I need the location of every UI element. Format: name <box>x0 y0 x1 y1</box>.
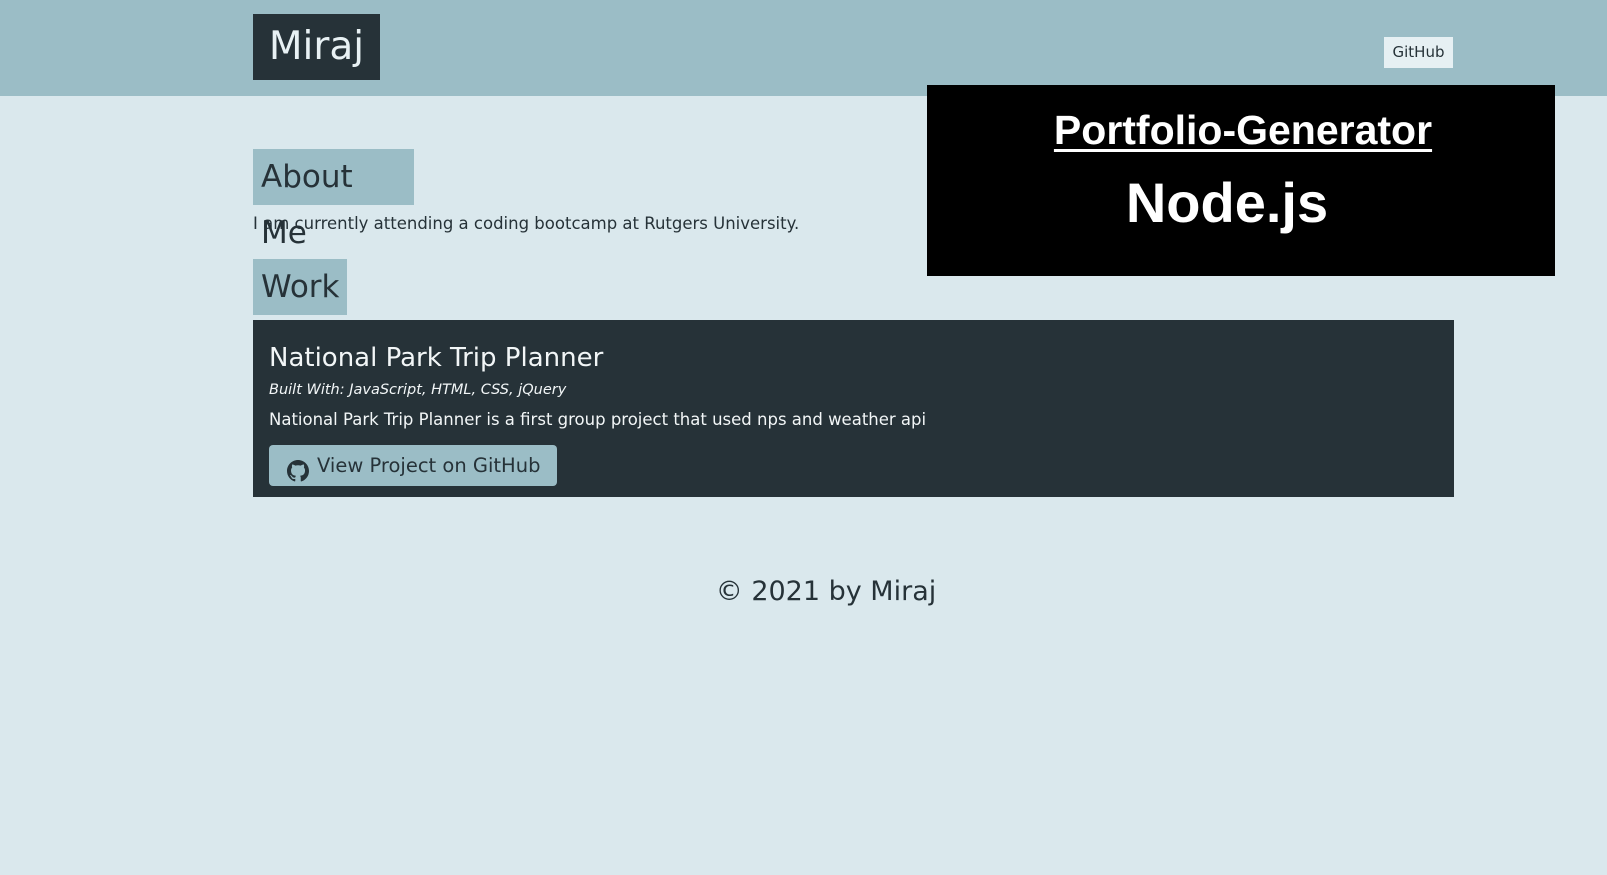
github-nav-link[interactable]: GitHub <box>1384 37 1453 68</box>
project-description: National Park Trip Planner is a first gr… <box>269 410 927 429</box>
project-built-with: Built With: JavaScript, HTML, CSS, jQuer… <box>269 382 567 398</box>
portfolio-generator-banner: Portfolio-Generator Node.js <box>927 85 1555 276</box>
project-card: National Park Trip Planner Built With: J… <box>253 320 1454 497</box>
github-icon <box>287 455 309 481</box>
about-text: I am currently attending a coding bootca… <box>253 214 800 233</box>
work-heading: Work <box>253 259 347 315</box>
banner-subtitle: Node.js <box>1125 171 1329 234</box>
view-project-button[interactable]: View Project on GitHub <box>269 445 557 486</box>
view-project-label: View Project on GitHub <box>317 454 541 477</box>
project-title: National Park Trip Planner <box>269 343 604 373</box>
about-heading: About Me <box>253 149 414 251</box>
page-header: Miraj GitHub <box>0 0 1607 96</box>
footer-copyright: © 2021 by Miraj <box>715 576 937 607</box>
banner-title: Portfolio-Generator <box>1053 107 1433 153</box>
site-brand[interactable]: Miraj <box>253 14 380 80</box>
